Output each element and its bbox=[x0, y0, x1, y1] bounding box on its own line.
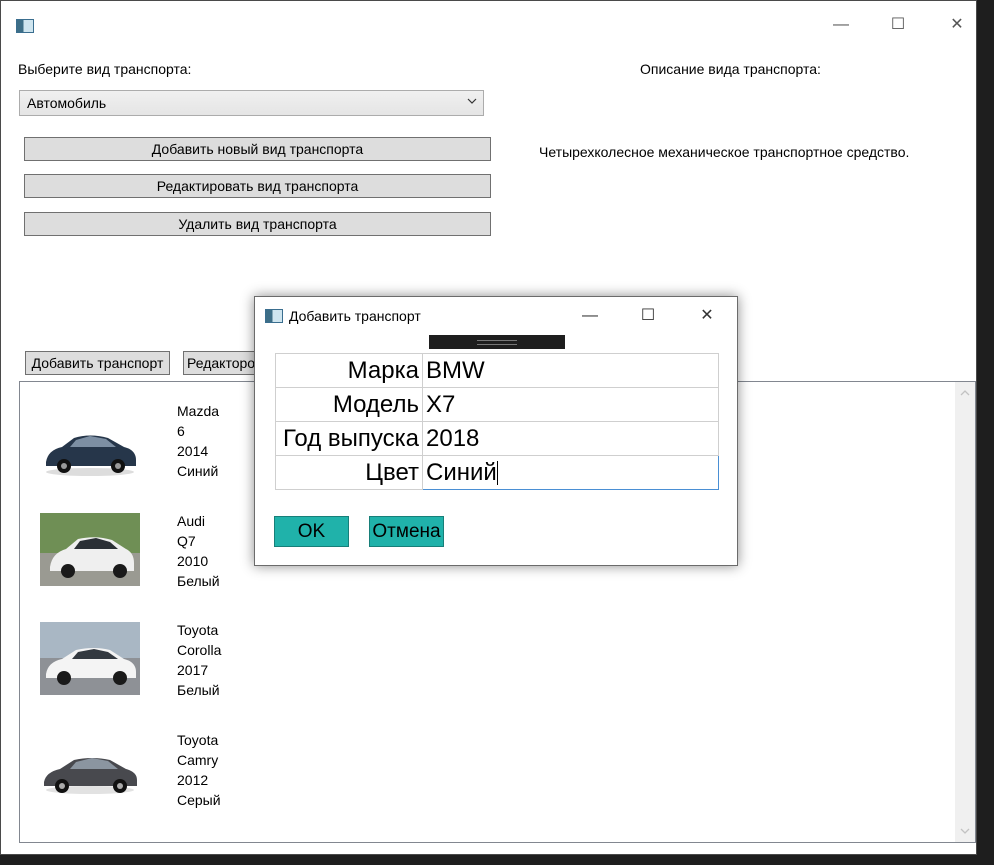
description-label: Описание вида транспорта: bbox=[640, 61, 821, 77]
vehicle-details: Toyota Camry 2012 Серый bbox=[177, 730, 221, 810]
vehicle-model: Q7 bbox=[177, 533, 196, 549]
form-row-year: Год выпуска 2018 bbox=[275, 421, 719, 456]
vehicle-details: Audi Q7 2010 Белый bbox=[177, 511, 220, 591]
vehicle-brand: Audi bbox=[177, 513, 206, 529]
vehicle-brand: Mazda bbox=[177, 403, 220, 419]
vehicle-brand: Toyota bbox=[177, 622, 219, 638]
vehicle-brand: Toyota bbox=[177, 732, 219, 748]
main-titlebar: — ☐ ✕ bbox=[1, 1, 976, 47]
list-item[interactable]: Toyota Corolla 2017 Белый bbox=[20, 620, 320, 720]
ide-background-right bbox=[977, 0, 994, 865]
dialog-title: Добавить транспорт bbox=[289, 308, 421, 324]
vertical-scrollbar[interactable] bbox=[955, 382, 975, 842]
add-transport-button[interactable]: Добавить транспорт bbox=[25, 351, 170, 375]
dialog-app-icon bbox=[265, 309, 283, 323]
add-type-button[interactable]: Добавить новый вид транспорта bbox=[24, 137, 491, 161]
ok-button[interactable]: OK bbox=[274, 516, 349, 547]
close-icon[interactable]: ✕ bbox=[947, 15, 967, 35]
vehicle-year: 2012 bbox=[177, 772, 209, 788]
vehicle-details: Toyota Corolla 2017 Белый bbox=[177, 620, 221, 700]
dialog-close-icon[interactable]: ✕ bbox=[697, 306, 717, 326]
scroll-up-icon[interactable] bbox=[959, 388, 971, 398]
add-transport-dialog: Добавить транспорт — ☐ ✕ Марка BMW Модел… bbox=[254, 296, 738, 566]
delete-type-button[interactable]: Удалить вид транспорта bbox=[24, 212, 491, 236]
vehicle-model: 6 bbox=[177, 423, 185, 439]
text-caret bbox=[496, 461, 498, 486]
form-row-brand: Марка BMW bbox=[275, 353, 719, 388]
edit-transport-button[interactable]: Редакторо bbox=[183, 351, 263, 375]
vehicle-year: 2010 bbox=[177, 553, 209, 569]
car-photo bbox=[40, 414, 140, 487]
brand-input[interactable]: BMW bbox=[422, 353, 719, 388]
car-photo bbox=[40, 513, 140, 586]
vehicle-details: Mazda 6 2014 Синий bbox=[177, 401, 219, 481]
vehicle-color: Белый bbox=[177, 573, 220, 589]
vehicle-model: Corolla bbox=[177, 642, 222, 658]
scroll-down-icon[interactable] bbox=[959, 826, 971, 836]
list-item[interactable]: Toyota Camry 2012 Серый bbox=[20, 730, 320, 830]
model-input[interactable]: X7 bbox=[422, 387, 719, 422]
color-input[interactable]: Синий bbox=[422, 455, 719, 490]
vehicle-color: Белый bbox=[177, 682, 220, 698]
ide-background-bottom bbox=[0, 855, 994, 865]
maximize-icon[interactable]: ☐ bbox=[888, 15, 908, 35]
app-icon bbox=[16, 19, 34, 33]
vehicle-year: 2017 bbox=[177, 662, 209, 678]
vehicle-color: Серый bbox=[177, 792, 221, 808]
edit-type-button[interactable]: Редактировать вид транспорта bbox=[24, 174, 491, 198]
car-photo bbox=[40, 622, 140, 695]
choose-type-label: Выберите вид транспорта: bbox=[18, 61, 192, 77]
vehicle-year: 2014 bbox=[177, 443, 209, 459]
cancel-button[interactable]: Отмена bbox=[369, 516, 444, 547]
drag-handle[interactable] bbox=[429, 335, 565, 349]
description-text: Четырехколесное механическое транспортно… bbox=[539, 144, 910, 160]
color-label: Цвет bbox=[275, 455, 423, 490]
brand-label: Марка bbox=[275, 353, 423, 388]
dialog-minimize-icon[interactable]: — bbox=[580, 306, 600, 326]
vehicle-color: Синий bbox=[177, 463, 219, 479]
minimize-icon[interactable]: — bbox=[831, 15, 851, 35]
dialog-form: Марка BMW Модель X7 Год выпуска 2018 Цве… bbox=[275, 353, 719, 490]
form-row-color: Цвет Синий bbox=[275, 455, 719, 490]
year-label: Год выпуска bbox=[275, 421, 423, 456]
color-input-value: Синий bbox=[426, 458, 497, 486]
form-row-model: Модель X7 bbox=[275, 387, 719, 422]
model-label: Модель bbox=[275, 387, 423, 422]
year-input[interactable]: 2018 bbox=[422, 421, 719, 456]
vehicle-model: Camry bbox=[177, 752, 219, 768]
transport-type-select[interactable]: Автомобиль bbox=[19, 90, 484, 116]
dialog-maximize-icon[interactable]: ☐ bbox=[638, 306, 658, 326]
car-photo bbox=[40, 734, 140, 807]
transport-type-value: Автомобиль bbox=[27, 95, 107, 111]
chevron-down-icon bbox=[467, 98, 477, 104]
